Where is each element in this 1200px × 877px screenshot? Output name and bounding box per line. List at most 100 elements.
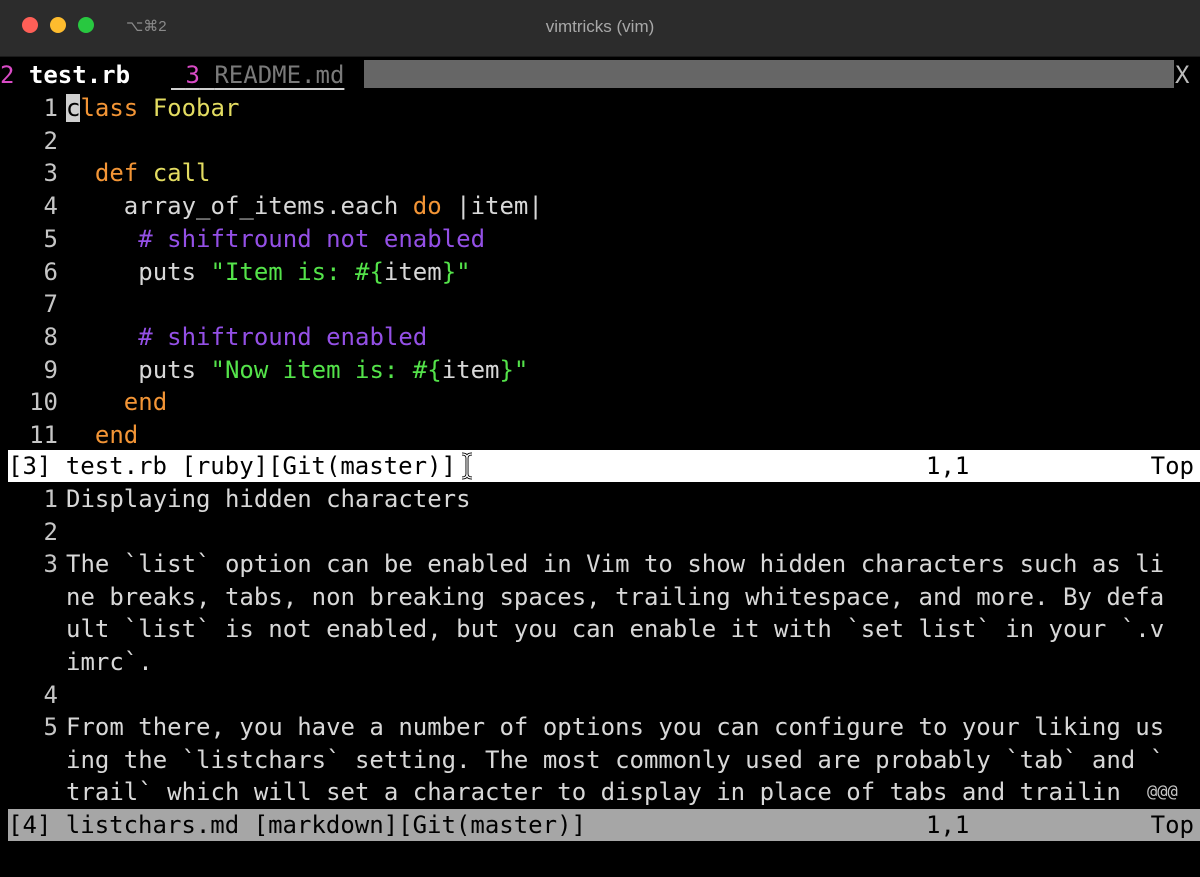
line-number: 9 [43, 355, 58, 384]
code-token: puts [66, 257, 211, 286]
status-cursor-position: 1,1 [926, 452, 970, 480]
text-line[interactable]: 4 [0, 679, 1200, 711]
code-line[interactable]: 3 def call [0, 157, 1200, 189]
markdown-text: From there, you have a number of options… [66, 713, 1165, 742]
code-line[interactable]: 10 end [0, 386, 1200, 418]
tabline-fill [364, 60, 1174, 88]
line-number: 7 [43, 290, 58, 319]
code-line[interactable]: 8 # shiftround enabled [0, 321, 1200, 353]
line-number: 3 [43, 159, 58, 188]
tab-test-rb[interactable]: 2 test.rb [0, 59, 145, 91]
code-text: def call [66, 157, 211, 189]
code-line[interactable]: 2 [0, 125, 1200, 157]
tab-window-count: 2 [0, 61, 15, 89]
code-token: item [441, 355, 500, 384]
ibeam-cursor-icon [461, 452, 473, 480]
status-file-info: [4] listchars.md [markdown][Git(master)] [8, 811, 586, 839]
markdown-text: imrc`. [66, 648, 153, 676]
code-token: "Now item is: #{ [210, 355, 442, 384]
text-line[interactable]: 3 The `list` option can be enabled in Vim… [0, 548, 1200, 580]
line-number: 10 [29, 388, 58, 417]
terminal-window: ⌥⌘2 vimtricks (vim) 2 test.rb 3 README.m… [0, 0, 1200, 877]
line-number: 4 [43, 192, 58, 221]
status-file-info: [3] test.rb [ruby][Git(master)] [8, 452, 456, 480]
code-token: array_of_items.each [66, 192, 413, 221]
code-text: puts "Item is: #{item}" [66, 256, 471, 288]
line-number: 6 [43, 257, 58, 286]
text-line[interactable]: imrc`. [0, 646, 1200, 678]
code-token: item [383, 257, 442, 286]
line-number: 3 [43, 550, 58, 579]
code-token: lass [80, 94, 153, 122]
code-token: puts [66, 355, 211, 384]
code-token: # shiftround enabled [138, 322, 428, 351]
line-number: 5 [43, 713, 58, 742]
line-number: 2 [43, 517, 58, 546]
markdown-text: The `list` option can be enabled in Vim … [66, 550, 1165, 579]
vim-tabline: 2 test.rb 3 README.md X [0, 59, 1200, 91]
code-line[interactable]: 11 end [0, 419, 1200, 451]
code-line[interactable]: 5 # shiftround not enabled [0, 223, 1200, 255]
markdown-text: ne breaks, tabs, non breaking spaces, tr… [66, 582, 1165, 611]
window-title: vimtricks (vim) [545, 17, 655, 36]
code-token: }" [441, 257, 471, 286]
status-line-listchars-md: [4] listchars.md [markdown][Git(master)]… [8, 809, 1200, 841]
code-token: # shiftround not enabled [138, 224, 486, 253]
text-line[interactable]: trail` which will set a character to dis… [0, 776, 1200, 808]
line-number: 11 [29, 421, 58, 449]
code-line[interactable]: 1 class Foobar [0, 92, 1200, 124]
code-line[interactable]: 4 array_of_items.each do |item| [0, 190, 1200, 222]
code-token: |item| [441, 192, 543, 221]
markdown-text: trail` which will set a character to dis… [66, 778, 1121, 807]
code-line[interactable]: 7 [0, 288, 1200, 320]
tab-readme-md[interactable]: 3 README.md [171, 59, 345, 91]
markdown-text: Displaying hidden characters [66, 485, 471, 513]
code-text: class Foobar [66, 92, 239, 124]
code-token: def [94, 159, 153, 188]
code-token: "Item is: #{ [210, 257, 384, 286]
code-text: puts "Now item is: #{item}" [66, 354, 528, 386]
tab-label: test.rb [28, 61, 131, 89]
text-line[interactable]: ing the `listchars` setting. The most co… [0, 744, 1200, 776]
code-token: end [123, 388, 168, 417]
code-text: # shiftround not enabled [66, 223, 485, 255]
markdown-text: ing the `listchars` setting. The most co… [66, 745, 1165, 774]
text-cursor: c [66, 94, 81, 122]
text-line[interactable]: 1 Displaying hidden characters [0, 483, 1200, 515]
status-line-test-rb: [3] test.rb [ruby][Git(master)] 1,1 Top [8, 450, 1200, 482]
status-scroll-position: Top [1150, 452, 1194, 480]
code-text: end [66, 419, 138, 451]
status-cursor-position: 1,1 [926, 811, 970, 839]
text-line[interactable]: ult `list` is not enabled, but you can e… [0, 613, 1200, 645]
line-number: 4 [43, 680, 58, 709]
line-truncated-marker: @@@ [1147, 782, 1178, 803]
code-token: do [412, 192, 442, 221]
close-tab-button[interactable]: X [1175, 59, 1189, 91]
code-line[interactable]: 9 puts "Now item is: #{item}" [0, 354, 1200, 386]
tab-window-count: 3 [185, 61, 200, 89]
tab-label: README.md [214, 61, 345, 89]
text-line[interactable]: 2 [0, 516, 1200, 548]
line-number: 8 [43, 322, 58, 351]
line-number: 1 [43, 485, 58, 513]
code-token: call [152, 159, 211, 188]
code-token: }" [499, 355, 529, 384]
line-number: 1 [43, 94, 58, 122]
code-text: end [66, 386, 167, 418]
status-scroll-position: Top [1150, 811, 1194, 839]
code-token: Foobar [152, 94, 240, 122]
markdown-text: ult `list` is not enabled, but you can e… [66, 615, 1165, 644]
code-token: end [94, 421, 139, 449]
text-line[interactable]: ne breaks, tabs, non breaking spaces, tr… [0, 581, 1200, 613]
code-text: # shiftround enabled [66, 321, 427, 353]
code-text: array_of_items.each do |item| [66, 190, 543, 222]
text-line[interactable]: 5 From there, you have a number of option… [0, 711, 1200, 743]
code-line[interactable]: 6 puts "Item is: #{item}" [0, 256, 1200, 288]
title-bar: ⌥⌘2 vimtricks (vim) [0, 0, 1200, 57]
line-number: 2 [43, 126, 58, 155]
line-number: 5 [43, 224, 58, 253]
